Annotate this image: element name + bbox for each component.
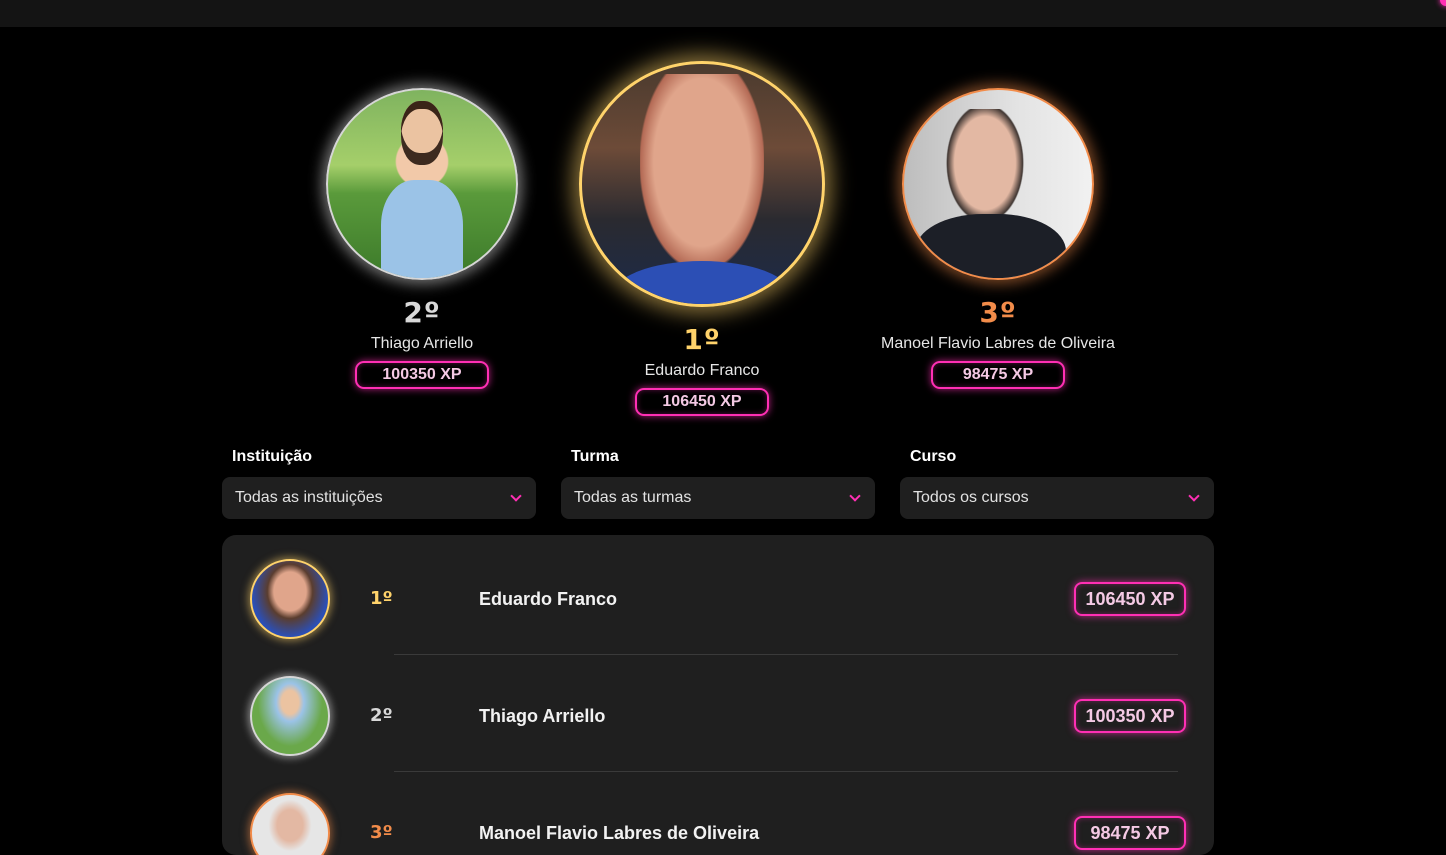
avatar	[250, 793, 330, 855]
notification-dot[interactable]	[1440, 0, 1446, 6]
row-rank: 2º	[370, 705, 393, 726]
turma-select[interactable]: Todas as turmas	[561, 477, 875, 519]
filter-label: Turma	[571, 448, 619, 465]
podium-first: 1º Eduardo Franco 106450 XP	[577, 61, 827, 416]
chevron-down-icon	[849, 489, 861, 502]
select-value: Todas as turmas	[574, 489, 692, 506]
top-bar	[0, 0, 1446, 27]
avatar	[250, 559, 330, 639]
ranking-row[interactable]: 3º Manoel Flavio Labres de Oliveira 9847…	[222, 769, 1214, 855]
avatar	[902, 88, 1094, 280]
filter-label: Curso	[910, 448, 957, 465]
row-name: Thiago Arriello	[479, 706, 606, 726]
avatar	[579, 61, 825, 307]
filter-label: Instituição	[232, 448, 313, 465]
podium-second: 2º Thiago Arriello 100350 XP	[321, 88, 523, 389]
curso-select[interactable]: Todos os cursos	[900, 477, 1214, 519]
podium-name: Thiago Arriello	[370, 335, 474, 352]
podium-name: Manoel Flavio Labres de Oliveira	[881, 335, 1115, 352]
row-name: Eduardo Franco	[479, 589, 618, 609]
ranking-row[interactable]: 2º Thiago Arriello 100350 XP	[222, 652, 1214, 769]
xp-badge: 100350 XP	[355, 361, 489, 389]
row-name: Manoel Flavio Labres de Oliveira	[479, 823, 760, 843]
filter-curso: Curso Todos os cursos	[900, 448, 1214, 519]
select-value: Todas as instituições	[235, 489, 383, 506]
xp-badge: 106450 XP	[1074, 582, 1186, 616]
xp-badge: 98475 XP	[931, 361, 1065, 389]
xp-badge: 100350 XP	[1074, 699, 1186, 733]
select-value: Todos os cursos	[913, 489, 1029, 506]
ranking-list[interactable]: 1º Eduardo Franco 106450 XP 2º Thiago Ar…	[222, 535, 1214, 855]
instituicao-select[interactable]: Todas as instituições	[222, 477, 536, 519]
chevron-down-icon	[510, 489, 522, 502]
row-rank: 3º	[370, 822, 393, 843]
podium-rank: 1º	[683, 323, 721, 356]
avatar	[250, 676, 330, 756]
xp-badge: 106450 XP	[635, 388, 769, 416]
row-rank: 1º	[370, 588, 393, 609]
filter-turma: Turma Todas as turmas	[561, 448, 875, 519]
ranking-row[interactable]: 1º Eduardo Franco 106450 XP	[222, 535, 1214, 652]
podium-rank: 2º	[403, 296, 441, 329]
avatar	[326, 88, 518, 280]
podium-rank: 3º	[979, 296, 1017, 329]
chevron-down-icon	[1188, 489, 1200, 502]
podium-name: Eduardo Franco	[644, 362, 760, 379]
xp-badge: 98475 XP	[1074, 816, 1186, 850]
filter-instituicao: Instituição Todas as instituições	[222, 448, 536, 519]
podium-third: 3º Manoel Flavio Labres de Oliveira 9847…	[862, 88, 1134, 389]
